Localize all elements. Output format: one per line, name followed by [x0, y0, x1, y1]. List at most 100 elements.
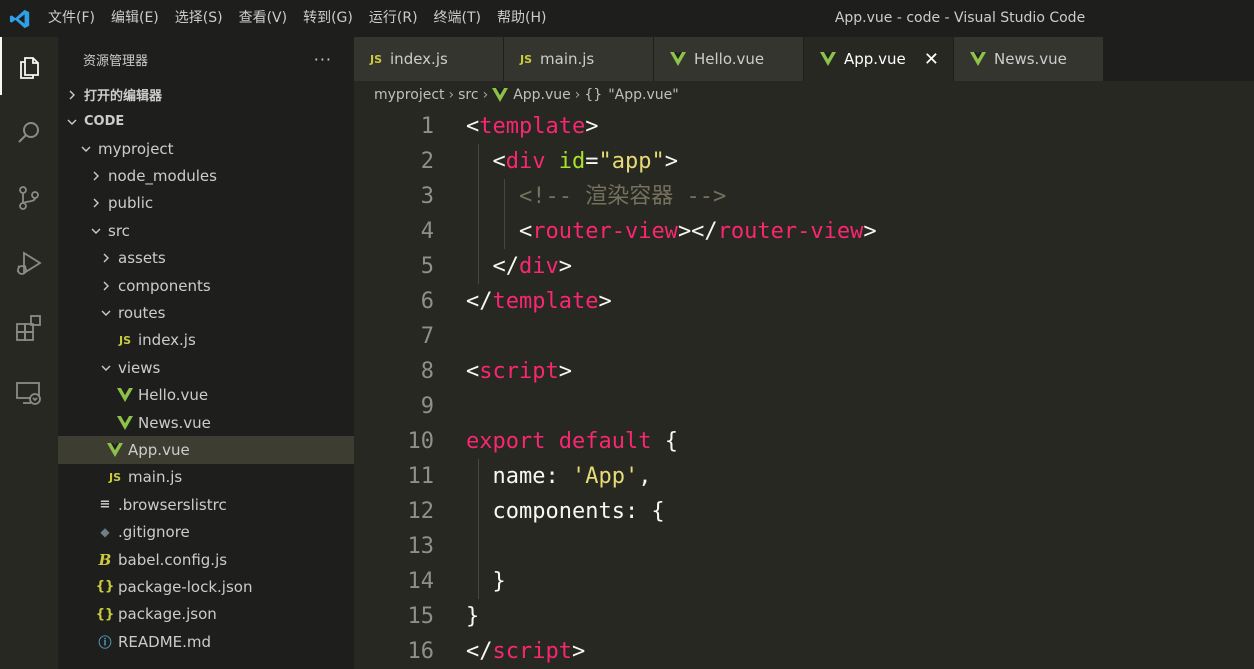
tree-folder[interactable]: node_modules	[58, 162, 354, 189]
run-debug-icon[interactable]	[0, 234, 58, 292]
tree-item-label: node_modules	[108, 167, 217, 186]
tree-folder[interactable]: assets	[58, 245, 354, 272]
menu-item[interactable]: 文件(F)	[40, 0, 103, 37]
breadcrumb-file-app-vue[interactable]: App.vue	[513, 87, 571, 103]
line-number: 9	[420, 394, 434, 419]
tree-item-label: components	[118, 276, 211, 295]
tree-folder[interactable]: myproject	[58, 135, 354, 162]
search-icon[interactable]	[0, 104, 58, 162]
tree-file[interactable]: ⓘ README.md	[58, 628, 354, 655]
line-number: 11	[407, 464, 435, 489]
line-number: 2	[420, 149, 434, 174]
chevron-down-icon	[98, 308, 114, 318]
tree-file[interactable]: JS index.js	[58, 327, 354, 354]
code-token: >	[571, 639, 586, 664]
menu-item[interactable]: 运行(R)	[361, 0, 426, 37]
chevron-right-icon	[88, 171, 104, 181]
code-line: 12 components: {	[354, 494, 1254, 529]
tree-item-label: main.js	[128, 468, 183, 487]
code-text: <!-- 渲染容器 -->	[466, 179, 726, 214]
tab-news-vue[interactable]: News.vue	[954, 37, 1104, 81]
chevron-right-icon: ›	[574, 87, 581, 103]
tree-item-label: News.vue	[138, 413, 211, 432]
tree-folder[interactable]: views	[58, 354, 354, 381]
code-line: 8 <script>	[354, 354, 1254, 389]
tree-file[interactable]: ≡ .browserslistrc	[58, 491, 354, 518]
breadcrumb-folder-myproject[interactable]: myproject	[374, 87, 445, 103]
vue-file-icon	[106, 442, 124, 457]
code-token: "app"	[598, 149, 665, 174]
js-file-icon: JS	[370, 52, 383, 66]
code-token: template	[492, 289, 599, 314]
vue-file-icon	[492, 88, 509, 102]
tree-folder[interactable]: src	[58, 217, 354, 244]
line-number: 5	[420, 254, 434, 279]
tree-file[interactable]: JS main.js	[58, 464, 354, 491]
open-editors-section[interactable]: 打开的编辑器	[58, 81, 354, 108]
tree-item-label: babel.config.js	[118, 550, 228, 569]
code-token: <	[466, 114, 480, 139]
tree-file[interactable]: Hello.vue	[58, 382, 354, 409]
menu-item[interactable]: 查看(V)	[231, 0, 296, 37]
source-control-icon[interactable]	[0, 169, 58, 227]
code-token: </	[466, 639, 493, 664]
code-token: >	[585, 114, 599, 139]
menu-item[interactable]: 终端(T)	[426, 0, 489, 37]
line-number: 13	[407, 534, 435, 559]
code-token: id	[558, 149, 586, 174]
editor-tab-bar: JS index.js JS main.js Hello.vue App.vue ✕ News…	[354, 37, 1254, 81]
tree-file[interactable]: ◆ .gitignore	[58, 518, 354, 545]
tab-index-js[interactable]: JS index.js	[354, 37, 504, 81]
chevron-right-icon: ›	[482, 87, 489, 103]
tree-folder[interactable]: routes	[58, 299, 354, 326]
vue-file-icon	[670, 52, 686, 66]
tab-hello-vue[interactable]: Hello.vue	[654, 37, 804, 81]
breadcrumb-symbol[interactable]: "App.vue"	[608, 87, 678, 103]
tree-item-label: myproject	[98, 139, 174, 158]
tree-file[interactable]: News.vue	[58, 409, 354, 436]
code-token: div	[519, 254, 559, 279]
config-file-icon: ≡	[99, 497, 111, 513]
js-file-icon: JS	[520, 52, 533, 66]
code-token: {	[651, 429, 678, 454]
breadcrumb-folder-src[interactable]: src	[458, 87, 478, 103]
code-token: default	[558, 429, 652, 454]
tree-folder[interactable]: public	[58, 190, 354, 217]
vue-file-icon	[116, 415, 134, 430]
menu-item[interactable]: 选择(S)	[167, 0, 231, 37]
code-text: <router-view></router-view>	[466, 214, 877, 249]
vue-file-icon	[970, 52, 986, 66]
tree-file[interactable]: Bbabel.config.js	[58, 546, 354, 573]
explorer-icon[interactable]	[0, 37, 58, 95]
tab-main-js[interactable]: JS main.js	[504, 37, 654, 81]
tree-file[interactable]: {} package-lock.json	[58, 573, 354, 600]
tree-folder[interactable]: components	[58, 272, 354, 299]
chevron-right-icon	[88, 198, 104, 208]
code-token: div	[505, 149, 546, 174]
code-line: 4 <router-view></router-view>	[354, 214, 1254, 249]
menu-item[interactable]: 转到(G)	[295, 0, 361, 37]
code-line: 9	[354, 389, 1254, 424]
close-icon[interactable]: ✕	[924, 49, 939, 70]
tree-item-label: README.md	[118, 632, 212, 651]
chevron-down-icon	[78, 144, 94, 154]
code-editor[interactable]: 1 <template> 2 <div id="app"> 3 <!-- 渲染容器 -…	[354, 109, 1254, 669]
code-token: template	[479, 114, 586, 139]
remote-explorer-icon[interactable]	[0, 364, 58, 422]
tab-app-vue[interactable]: App.vue ✕	[804, 37, 954, 81]
object-braces-icon: {}	[584, 87, 603, 103]
code-token: >	[664, 149, 678, 174]
tree-file[interactable]: App.vue	[58, 436, 354, 464]
menu-item[interactable]: 帮助(H)	[489, 0, 554, 37]
tree-file[interactable]: {} package.json	[58, 601, 354, 628]
chevron-right-icon: ›	[448, 87, 455, 103]
menu-item[interactable]: 编辑(E)	[103, 0, 167, 37]
line-number: 1	[420, 114, 434, 139]
workspace-section[interactable]: CODE	[58, 108, 354, 135]
code-line: 13	[354, 529, 1254, 564]
js-file-icon: JS	[118, 333, 131, 347]
sidebar-header: 资源管理器 ···	[58, 37, 354, 81]
more-actions-button[interactable]: ···	[314, 50, 332, 69]
vscode-logo-icon	[0, 0, 40, 37]
extensions-icon[interactable]	[0, 299, 58, 357]
